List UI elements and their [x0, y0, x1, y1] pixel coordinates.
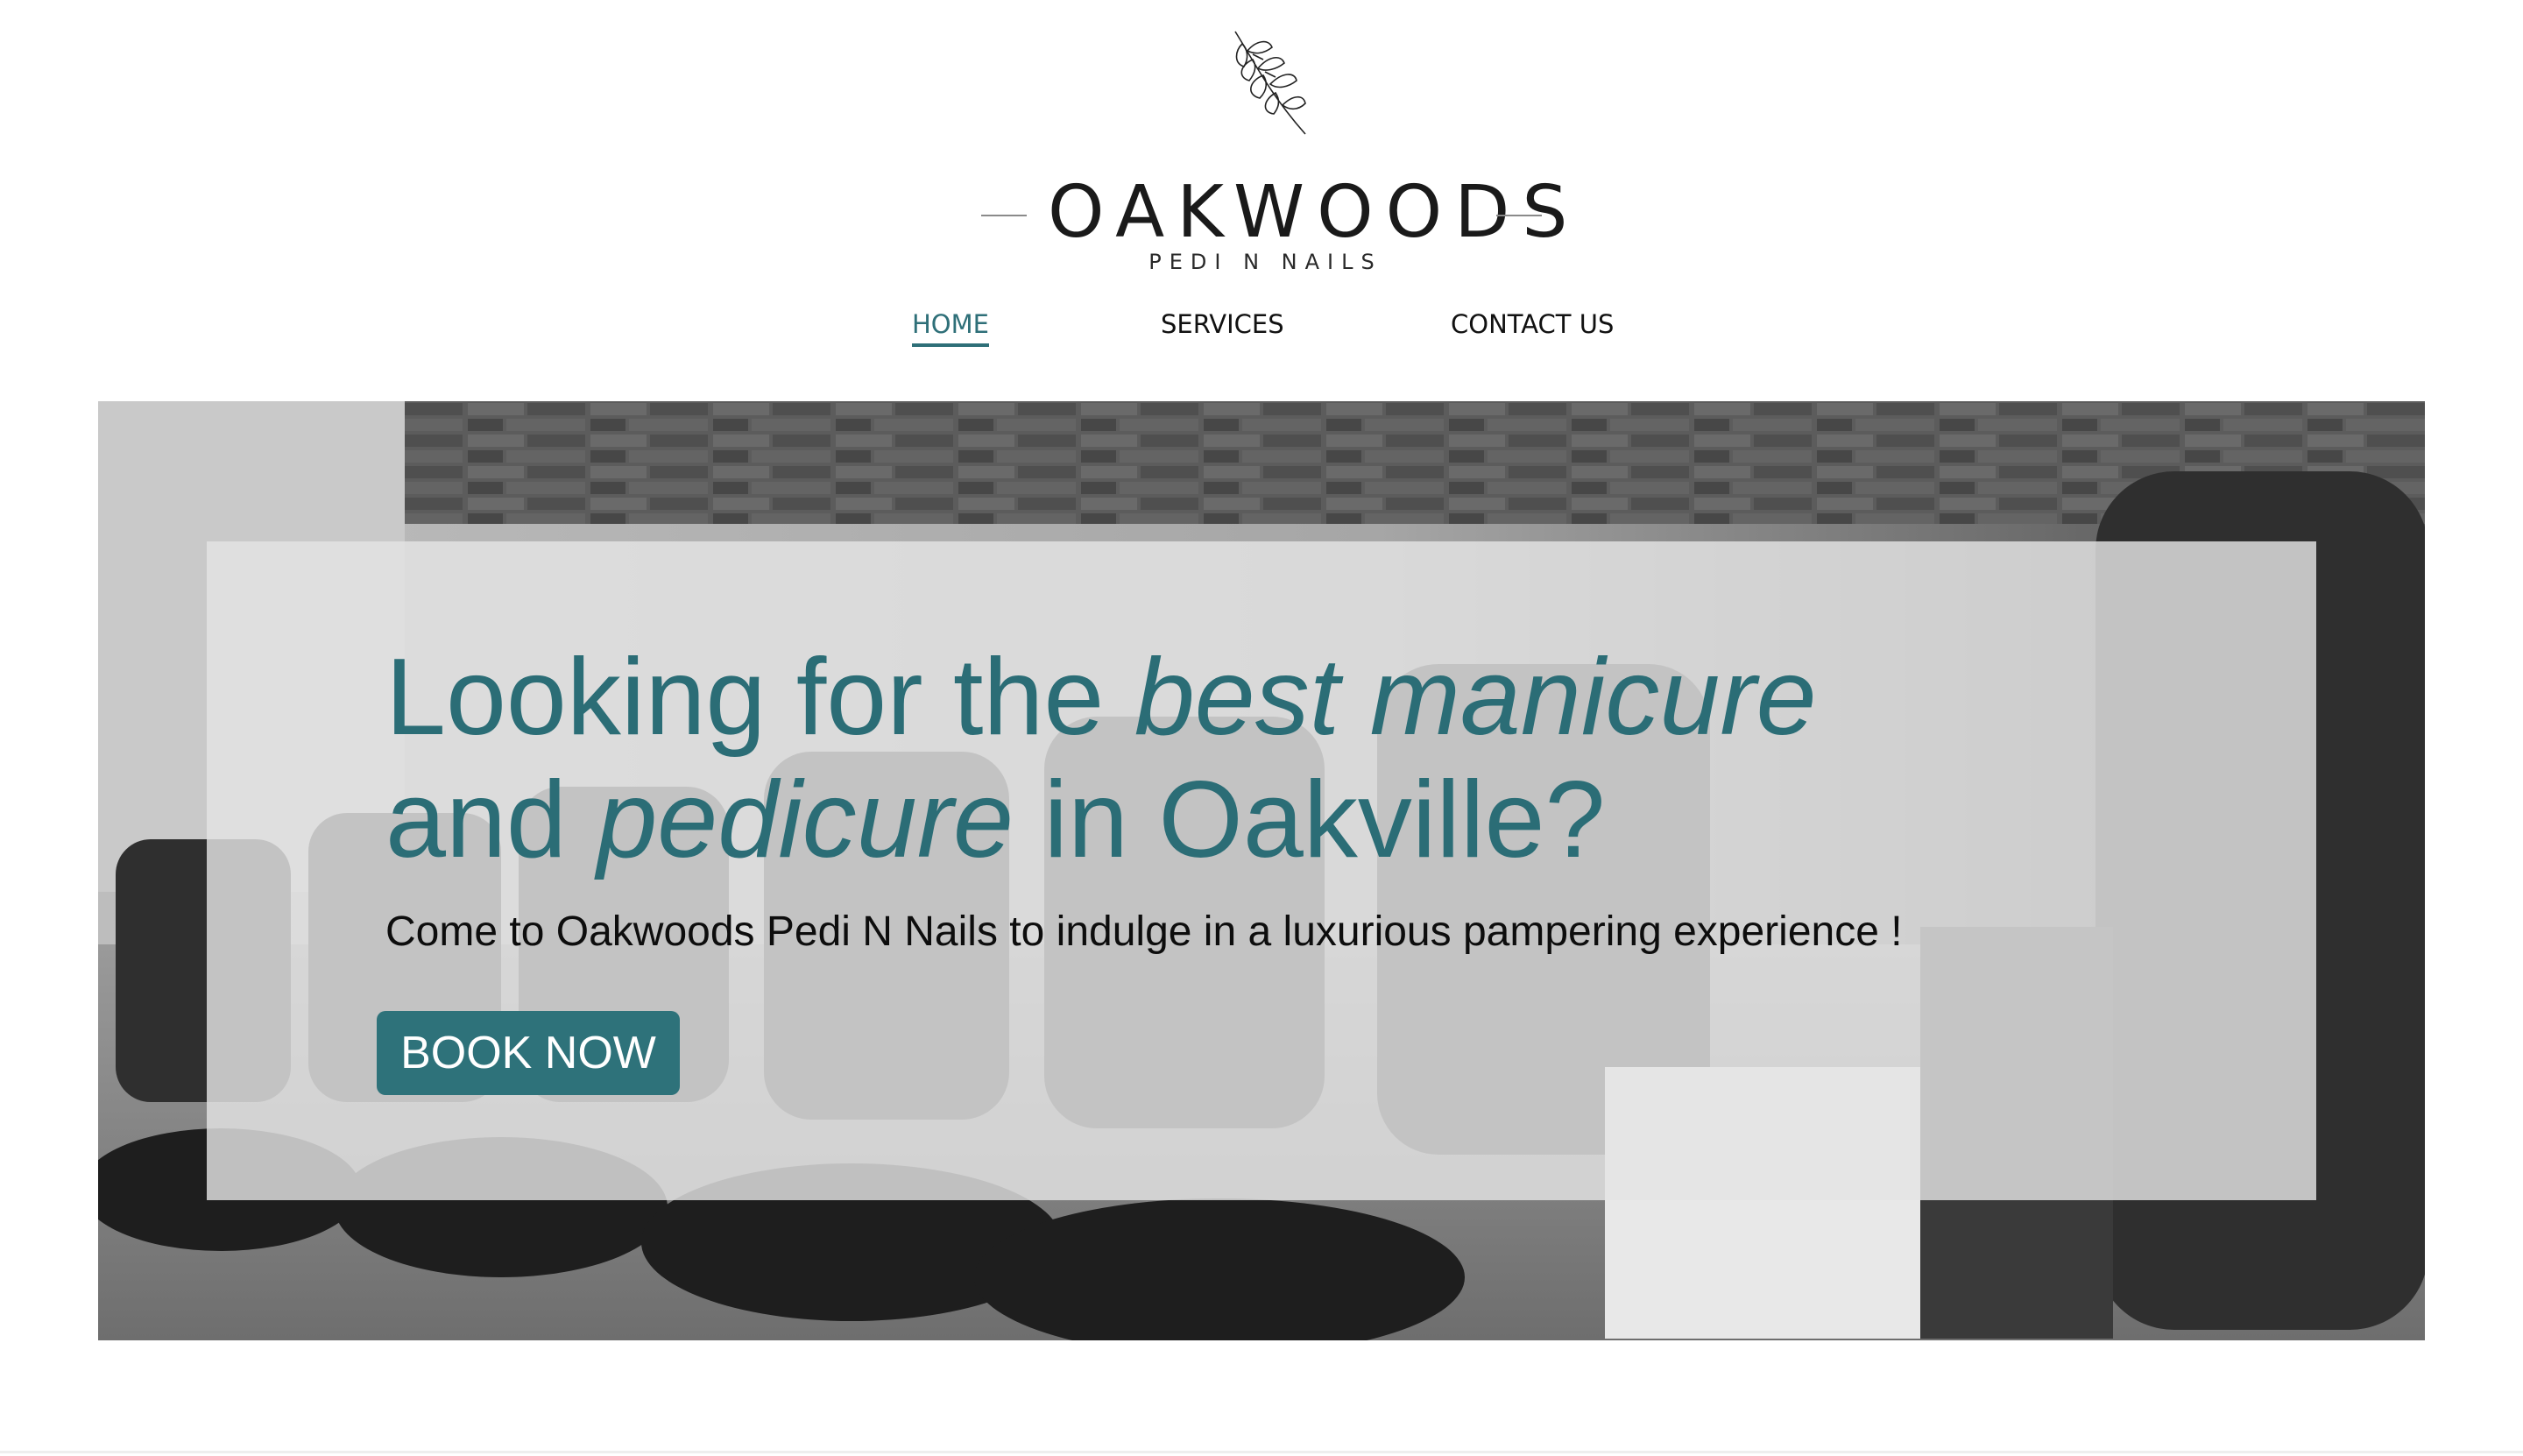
nav-item-home[interactable]: HOME [912, 305, 989, 347]
book-now-button[interactable]: BOOK NOW [377, 1011, 680, 1095]
brand-logo[interactable]: OAKWOODS PEDI N NAILS [981, 25, 1567, 274]
brand-tagline: PEDI N NAILS [1148, 250, 1382, 274]
hero-subheading: Come to Oakwoods Pedi N Nails to indulge… [385, 908, 1903, 955]
leaf-sprig-icon [1234, 31, 1306, 135]
brand-name: OAKWOODS [1048, 171, 1580, 254]
logo-divider-right [1496, 215, 1542, 216]
nav-item-contact-us[interactable]: CONTACT US [1451, 305, 1614, 343]
logo-divider-left [981, 215, 1027, 216]
section-divider [0, 1451, 2523, 1453]
nav-item-services[interactable]: SERVICES [1161, 305, 1284, 343]
brand-wordmark: OAKWOODS PEDI N NAILS [981, 147, 1567, 274]
page: OAKWOODS PEDI N NAILS HOME SERVICES CONT… [0, 0, 2523, 1456]
hero-text-panel: Looking for the best manicure and pedicur… [207, 541, 2316, 1200]
hero-heading: Looking for the best manicure and pedicur… [385, 637, 1817, 880]
hero-banner: Looking for the best manicure and pedicur… [98, 401, 2425, 1340]
main-nav: HOME SERVICES CONTACT US [0, 305, 2523, 357]
